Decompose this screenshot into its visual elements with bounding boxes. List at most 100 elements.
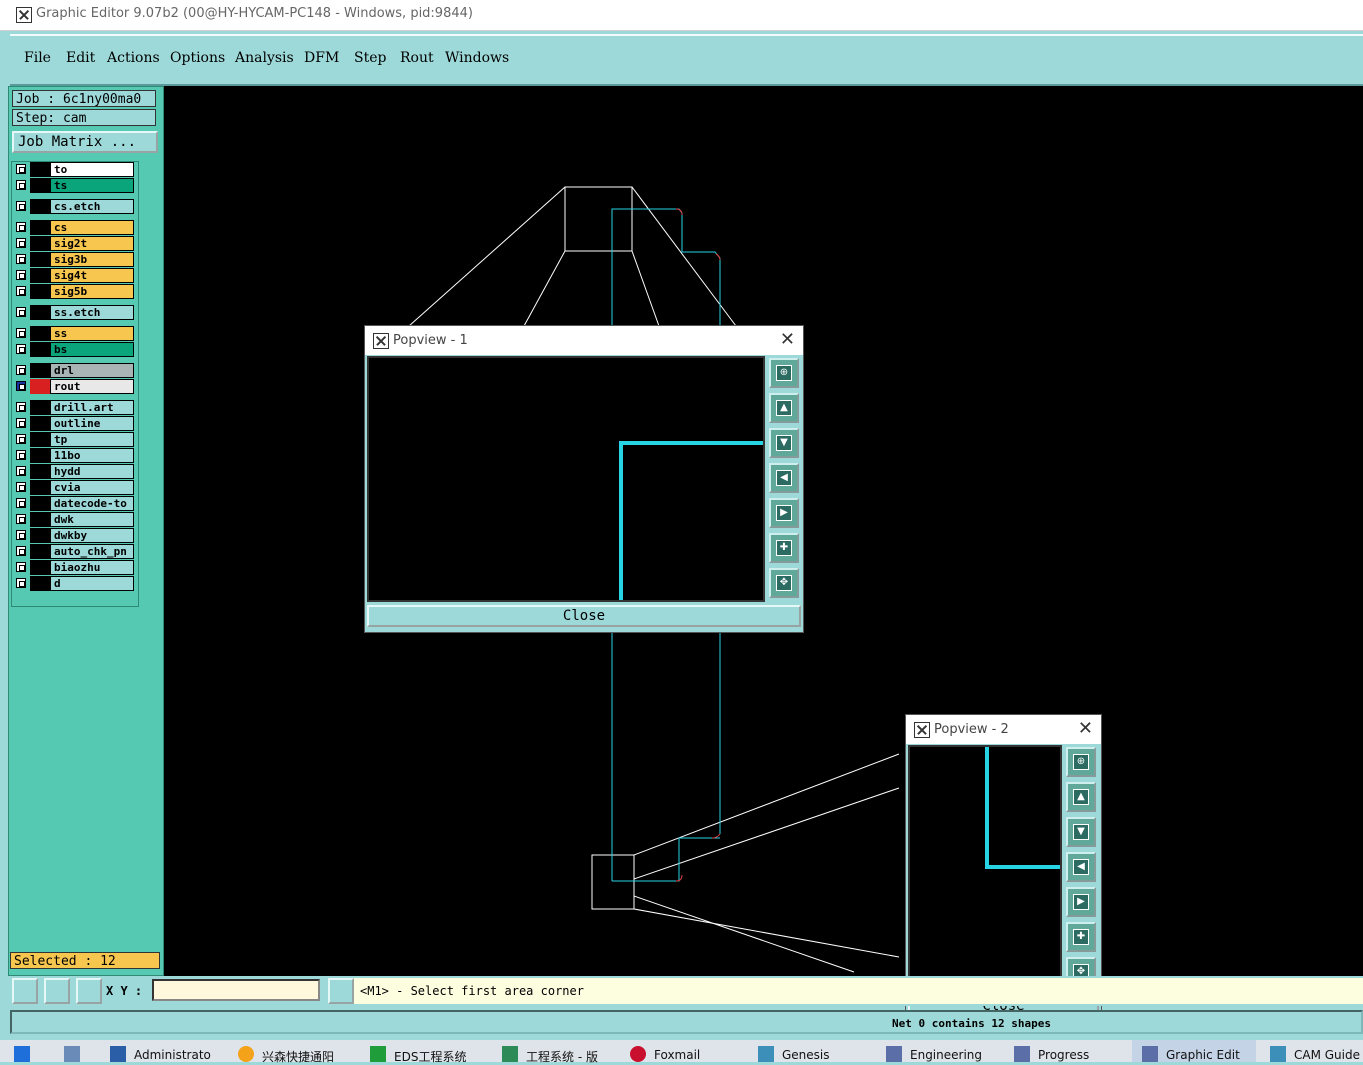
- layer-name[interactable]: ss.etch: [50, 305, 134, 320]
- layer-name[interactable]: dwkby: [50, 528, 134, 543]
- layer-row[interactable]: cs.etch: [14, 199, 136, 214]
- layer-row[interactable]: drill.art: [14, 400, 136, 415]
- layer-affected-indicator[interactable]: [30, 236, 50, 251]
- layer-affected-indicator[interactable]: [30, 178, 50, 193]
- layer-checkbox[interactable]: [16, 482, 26, 492]
- xingsen-icon[interactable]: [238, 1046, 254, 1062]
- layer-name[interactable]: biaozhu: [50, 560, 134, 575]
- layer-affected-indicator[interactable]: [30, 416, 50, 431]
- layer-name[interactable]: auto_chk_pn: [50, 544, 134, 559]
- layer-row[interactable]: dwk: [14, 512, 136, 527]
- layer-affected-indicator[interactable]: [30, 305, 50, 320]
- layer-row[interactable]: hydd: [14, 464, 136, 479]
- layer-checkbox[interactable]: [16, 344, 26, 354]
- menu-edit[interactable]: Edit: [66, 50, 95, 66]
- measure-icon[interactable]: [44, 978, 70, 1004]
- layer-affected-indicator[interactable]: [30, 342, 50, 357]
- layer-checkbox[interactable]: [16, 328, 26, 338]
- taskbar-item-xingsen[interactable]: 兴森快捷通阳: [262, 1048, 334, 1065]
- layer-row[interactable]: ss.etch: [14, 305, 136, 320]
- taskbar-item-eds[interactable]: EDS工程系统: [394, 1048, 466, 1065]
- menu-dfm[interactable]: DFM: [304, 50, 339, 66]
- layer-checkbox[interactable]: [16, 180, 26, 190]
- close-icon[interactable]: ✕: [1078, 718, 1093, 739]
- layer-checkbox[interactable]: [16, 450, 26, 460]
- layer-name[interactable]: cs.etch: [50, 199, 134, 214]
- cam-guide-icon[interactable]: [1270, 1046, 1286, 1062]
- popview-1-titlebar[interactable]: Popview - 1 ✕: [365, 326, 803, 355]
- layer-affected-indicator[interactable]: [30, 560, 50, 575]
- layer-affected-indicator[interactable]: [30, 528, 50, 543]
- foxmail-icon[interactable]: [630, 1046, 646, 1062]
- layer-row[interactable]: ss: [14, 326, 136, 341]
- layer-name[interactable]: drill.art: [50, 400, 134, 415]
- menu-step[interactable]: Step: [354, 50, 386, 66]
- layer-name[interactable]: dwk: [50, 512, 134, 527]
- taskbar-item-genesis[interactable]: Genesis: [782, 1048, 830, 1062]
- pan-right-icon[interactable]: ▶: [769, 498, 799, 528]
- layer-row[interactable]: sig2t: [14, 236, 136, 251]
- menu-rout[interactable]: Rout: [400, 50, 434, 66]
- layer-row[interactable]: 11bo: [14, 448, 136, 463]
- layer-checkbox[interactable]: [16, 365, 26, 375]
- taskbar-item-engineering-system[interactable]: 工程系统 - 版: [526, 1048, 598, 1065]
- menu-actions[interactable]: Actions: [107, 50, 160, 66]
- text-cursor-icon[interactable]: [328, 978, 354, 1004]
- administrator-icon[interactable]: [110, 1046, 126, 1062]
- snap-icon[interactable]: [12, 978, 38, 1004]
- engineering-icon[interactable]: [886, 1046, 902, 1062]
- layer-row[interactable]: bs: [14, 342, 136, 357]
- zoom-in-icon[interactable]: ✚: [769, 533, 799, 563]
- layer-affected-indicator[interactable]: [30, 576, 50, 591]
- layer-row[interactable]: cs: [14, 220, 136, 235]
- genesis-icon[interactable]: [758, 1046, 774, 1062]
- layer-checkbox[interactable]: [16, 530, 26, 540]
- layer-checkbox[interactable]: [16, 381, 26, 391]
- popview-1-close-button[interactable]: Close: [367, 605, 801, 627]
- menu-windows[interactable]: Windows: [445, 50, 509, 66]
- menu-options[interactable]: Options: [170, 50, 225, 66]
- pan-up-icon[interactable]: ▲: [769, 393, 799, 423]
- layer-affected-indicator[interactable]: [30, 284, 50, 299]
- layer-affected-indicator[interactable]: [30, 162, 50, 177]
- pan-left-icon[interactable]: ◀: [769, 463, 799, 493]
- layer-name[interactable]: d: [50, 576, 134, 591]
- layer-affected-indicator[interactable]: [30, 363, 50, 378]
- layer-affected-indicator[interactable]: [30, 199, 50, 214]
- layer-row[interactable]: datecode-to: [14, 496, 136, 511]
- layer-affected-indicator[interactable]: [30, 496, 50, 511]
- popview-2-titlebar[interactable]: Popview - 2 ✕: [906, 715, 1101, 744]
- taskbar-item-graphic-editor[interactable]: Graphic Edit: [1166, 1048, 1240, 1062]
- layer-checkbox[interactable]: [16, 562, 26, 572]
- layer-name[interactable]: sig2t: [50, 236, 134, 251]
- layer-row[interactable]: auto_chk_pn: [14, 544, 136, 559]
- zoom-out-icon[interactable]: ✥: [769, 568, 799, 598]
- layer-row[interactable]: sig4t: [14, 268, 136, 283]
- zoom-in-icon[interactable]: ✚: [1066, 922, 1096, 952]
- layer-name[interactable]: sig3b: [50, 252, 134, 267]
- xy-input[interactable]: [152, 979, 320, 1001]
- layer-name[interactable]: sig5b: [50, 284, 134, 299]
- layer-name[interactable]: ss: [50, 326, 134, 341]
- layer-row[interactable]: drl: [14, 363, 136, 378]
- layer-affected-indicator[interactable]: [30, 464, 50, 479]
- taskbar-item-foxmail[interactable]: Foxmail: [654, 1048, 700, 1062]
- layer-checkbox[interactable]: [16, 270, 26, 280]
- layer-affected-indicator[interactable]: [30, 480, 50, 495]
- progress-icon[interactable]: [1014, 1046, 1030, 1062]
- windows-start-icon[interactable]: [14, 1046, 30, 1062]
- pan-left-icon[interactable]: ◀: [1066, 852, 1096, 882]
- layer-row[interactable]: ts: [14, 178, 136, 193]
- zoom-window-icon[interactable]: ⊕: [1066, 747, 1096, 777]
- taskbar-item-engineering[interactable]: Engineering: [910, 1048, 982, 1062]
- layer-checkbox[interactable]: [16, 222, 26, 232]
- layer-affected-indicator[interactable]: [30, 432, 50, 447]
- layer-checkbox[interactable]: [16, 434, 26, 444]
- layer-name[interactable]: datecode-to: [50, 496, 134, 511]
- pan-down-icon[interactable]: ▼: [1066, 817, 1096, 847]
- layer-checkbox[interactable]: [16, 201, 26, 211]
- pan-up-icon[interactable]: ▲: [1066, 782, 1096, 812]
- layer-name[interactable]: ts: [50, 178, 134, 193]
- layer-name[interactable]: hydd: [50, 464, 134, 479]
- taskbar-item-cam-guide[interactable]: CAM Guide: [1294, 1048, 1360, 1062]
